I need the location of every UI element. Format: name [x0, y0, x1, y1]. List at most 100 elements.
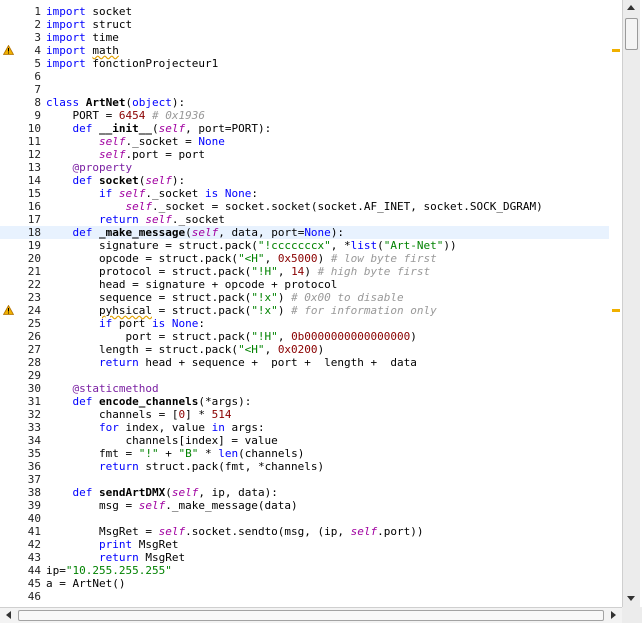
code-line[interactable]: 46 — [0, 590, 622, 603]
code-line[interactable]: 9 PORT = 6454 # 0x1936 — [0, 109, 622, 122]
code-line[interactable]: 22 head = signature + opcode + protocol — [0, 278, 622, 291]
code-text[interactable]: head = signature + opcode + protocol — [46, 278, 622, 291]
code-line[interactable]: 20 opcode = struct.pack("<H", 0x5000) # … — [0, 252, 622, 265]
code-line[interactable]: 37 — [0, 473, 622, 486]
code-line[interactable]: 40 — [0, 512, 622, 525]
code-line[interactable]: 21 protocol = struct.pack("!H", 14) # hi… — [0, 265, 622, 278]
code-line[interactable]: 5 import fonctionProjecteur1 — [0, 57, 622, 70]
code-text[interactable]: def encode_channels(*args): — [46, 395, 622, 408]
code-line[interactable]: 12 self.port = port — [0, 148, 622, 161]
code-line[interactable]: 38 def sendArtDMX(self, ip, data): — [0, 486, 622, 499]
code-text[interactable]: channels[index] = value — [46, 434, 622, 447]
code-text[interactable]: sequence = struct.pack("!x") # 0x00 to d… — [46, 291, 622, 304]
code-text[interactable]: import struct — [46, 18, 622, 31]
code-line[interactable]: 17 return self._socket — [0, 213, 622, 226]
code-line[interactable]: 36 return struct.pack(fmt, *channels) — [0, 460, 622, 473]
code-text[interactable]: import math — [46, 44, 622, 57]
code-line[interactable]: 29 — [0, 369, 622, 382]
code-text[interactable]: a = ArtNet() — [46, 577, 622, 590]
code-line[interactable]: 24 pyhsical = struct.pack("!x") # for in… — [0, 304, 622, 317]
code-text[interactable]: if self._socket is None: — [46, 187, 622, 200]
code-text[interactable]: pyhsical = struct.pack("!x") # for infor… — [46, 304, 622, 317]
code-line[interactable]: 4 import math — [0, 44, 622, 57]
code-line[interactable]: 28 return head + sequence + port + lengt… — [0, 356, 622, 369]
code-text[interactable]: import time — [46, 31, 622, 44]
code-line[interactable]: 8 class ArtNet(object): — [0, 96, 622, 109]
code-line[interactable]: 44 ip="10.255.255.255" — [0, 564, 622, 577]
code-text[interactable]: channels = [0] * 514 — [46, 408, 622, 421]
code-line[interactable]: 31 def encode_channels(*args): — [0, 395, 622, 408]
code-line[interactable]: 35 fmt = "!" + "B" * len(channels) — [0, 447, 622, 460]
code-text[interactable]: @property — [46, 161, 622, 174]
code-lines[interactable]: 1 import socket 2 import struct 3 import time… — [0, 5, 622, 603]
code-text[interactable]: opcode = struct.pack("<H", 0x5000) # low… — [46, 252, 622, 265]
code-text[interactable]: fmt = "!" + "B" * len(channels) — [46, 447, 622, 460]
code-line[interactable]: 16 self._socket = socket.socket(socket.A… — [0, 200, 622, 213]
code-line[interactable]: 19 signature = struct.pack("!cccccccx", … — [0, 239, 622, 252]
line-number: 31 — [27, 395, 41, 408]
scroll-left-button[interactable] — [0, 608, 17, 623]
code-line[interactable]: 26 port = struct.pack("!H", 0b0000000000… — [0, 330, 622, 343]
code-line[interactable]: 33 for index, value in args: — [0, 421, 622, 434]
code-line[interactable]: 32 channels = [0] * 514 — [0, 408, 622, 421]
code-text[interactable]: import socket — [46, 5, 622, 18]
code-text[interactable]: if port is None: — [46, 317, 622, 330]
scroll-down-button[interactable] — [623, 591, 640, 607]
code-line[interactable]: 43 return MsgRet — [0, 551, 622, 564]
code-editor[interactable]: 1 import socket 2 import struct 3 import time… — [0, 0, 622, 607]
code-text[interactable]: msg = self._make_message(data) — [46, 499, 622, 512]
code-line[interactable]: 3 import time — [0, 31, 622, 44]
code-line[interactable]: 42 print MsgRet — [0, 538, 622, 551]
horizontal-scroll-thumb[interactable] — [18, 610, 604, 621]
code-line[interactable]: 18 def _make_message(self, data, port=No… — [0, 226, 622, 239]
code-line[interactable]: 45 a = ArtNet() — [0, 577, 622, 590]
code-text[interactable]: return struct.pack(fmt, *channels) — [46, 460, 622, 473]
code-text[interactable]: self._socket = None — [46, 135, 622, 148]
code-text[interactable]: return head + sequence + port + length +… — [46, 356, 622, 369]
code-text[interactable]: import fonctionProjecteur1 — [46, 57, 622, 70]
ruler-warning-mark[interactable] — [612, 309, 620, 312]
code-line[interactable]: 15 if self._socket is None: — [0, 187, 622, 200]
code-line[interactable]: 2 import struct — [0, 18, 622, 31]
code-text[interactable]: def socket(self): — [46, 174, 622, 187]
code-text[interactable]: self._socket = socket.socket(socket.AF_I… — [46, 200, 622, 213]
code-line[interactable]: 1 import socket — [0, 5, 622, 18]
code-line[interactable]: 23 sequence = struct.pack("!x") # 0x00 t… — [0, 291, 622, 304]
code-line[interactable]: 39 msg = self._make_message(data) — [0, 499, 622, 512]
code-line[interactable]: 13 @property — [0, 161, 622, 174]
code-line[interactable]: 34 channels[index] = value — [0, 434, 622, 447]
code-line[interactable]: 14 def socket(self): — [0, 174, 622, 187]
code-line[interactable]: 6 — [0, 70, 622, 83]
vertical-scrollbar[interactable] — [622, 0, 640, 607]
code-line[interactable]: 30 @staticmethod — [0, 382, 622, 395]
code-text[interactable]: protocol = struct.pack("!H", 14) # high … — [46, 265, 622, 278]
code-line[interactable]: 7 — [0, 83, 622, 96]
code-text[interactable]: ip="10.255.255.255" — [46, 564, 622, 577]
code-line[interactable]: 25 if port is None: — [0, 317, 622, 330]
horizontal-scrollbar[interactable] — [0, 607, 622, 623]
code-text[interactable]: MsgRet = self.socket.sendto(msg, (ip, se… — [46, 525, 622, 538]
code-text[interactable]: def _make_message(self, data, port=None)… — [46, 226, 622, 239]
code-line[interactable]: 41 MsgRet = self.socket.sendto(msg, (ip,… — [0, 525, 622, 538]
code-text[interactable]: class ArtNet(object): — [46, 96, 622, 109]
ruler-warning-mark[interactable] — [612, 49, 620, 52]
code-text[interactable]: length = struct.pack("<H", 0x0200) — [46, 343, 622, 356]
scroll-up-button[interactable] — [623, 0, 640, 16]
code-line[interactable]: 10 def __init__(self, port=PORT): — [0, 122, 622, 135]
code-line[interactable]: 11 self._socket = None — [0, 135, 622, 148]
code-text[interactable]: return self._socket — [46, 213, 622, 226]
scroll-right-button[interactable] — [605, 608, 622, 623]
code-text[interactable]: print MsgRet — [46, 538, 622, 551]
overview-ruler[interactable] — [609, 0, 622, 607]
code-line[interactable]: 27 length = struct.pack("<H", 0x0200) — [0, 343, 622, 356]
code-text[interactable]: signature = struct.pack("!cccccccx", *li… — [46, 239, 622, 252]
vertical-scroll-thumb[interactable] — [625, 18, 638, 50]
code-text[interactable]: def __init__(self, port=PORT): — [46, 122, 622, 135]
code-text[interactable]: port = struct.pack("!H", 0b0000000000000… — [46, 330, 622, 343]
code-text[interactable]: return MsgRet — [46, 551, 622, 564]
code-text[interactable]: @staticmethod — [46, 382, 622, 395]
code-text[interactable]: PORT = 6454 # 0x1936 — [46, 109, 622, 122]
code-text[interactable]: def sendArtDMX(self, ip, data): — [46, 486, 622, 499]
code-text[interactable]: self.port = port — [46, 148, 622, 161]
code-text[interactable]: for index, value in args: — [46, 421, 622, 434]
